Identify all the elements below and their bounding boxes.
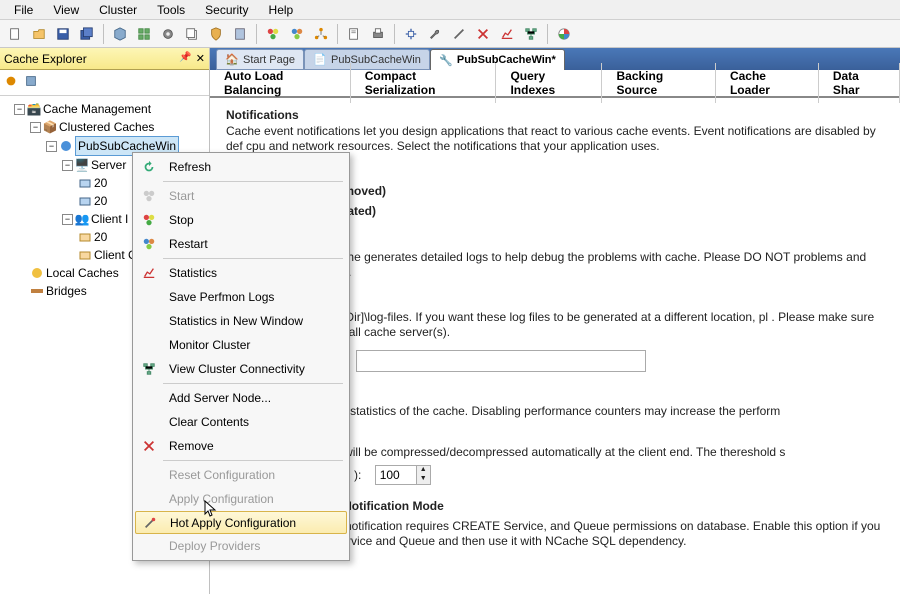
tool-doc-icon[interactable]: [343, 23, 365, 45]
menu-bar: File View Cluster Tools Security Help: [0, 0, 900, 20]
spinner-down-icon[interactable]: ▼: [417, 475, 430, 484]
tool-save-icon[interactable]: [52, 23, 74, 45]
tool-print-icon[interactable]: [367, 23, 389, 45]
stats-icon: [137, 262, 161, 284]
stop-icon: [137, 209, 161, 231]
spinner-up-icon[interactable]: ▲: [417, 466, 430, 475]
tool-new-icon[interactable]: [4, 23, 26, 45]
context-menu: Refresh Start Stop Restart Statistics Sa…: [132, 152, 350, 561]
menu-help[interactable]: Help: [259, 1, 304, 19]
ctx-refresh[interactable]: Refresh: [135, 155, 347, 179]
tool-remove-icon[interactable]: [472, 23, 494, 45]
hotapply-icon: [138, 512, 162, 534]
ctx-deploy-providers: Deploy Providers: [135, 534, 347, 558]
toolbar: [0, 20, 900, 48]
subtab-datashare[interactable]: Data Shar: [819, 63, 900, 103]
ctx-stats-new-window[interactable]: Statistics in New Window: [135, 309, 347, 333]
tool-server-icon[interactable]: [229, 23, 251, 45]
ctx-reset-config: Reset Configuration: [135, 463, 347, 487]
notifications-desc: Cache event notifications let you design…: [226, 124, 884, 154]
mouse-cursor-icon: [204, 500, 218, 518]
subtab-loader[interactable]: Cache Loader: [716, 63, 819, 103]
tool-open-icon[interactable]: [28, 23, 50, 45]
panel-title-text: Cache Explorer: [4, 52, 87, 66]
tree-clustered[interactable]: −📦Clustered Caches: [2, 118, 207, 136]
tool-cube-icon[interactable]: [109, 23, 131, 45]
tree-root[interactable]: −🗃️Cache Management: [2, 100, 207, 118]
notifications-heading: Notifications: [226, 108, 884, 122]
panel-title-bar: Cache Explorer 📌 ✕: [0, 48, 209, 70]
tool-wrench-icon[interactable]: [424, 23, 446, 45]
menu-view[interactable]: View: [43, 1, 89, 19]
subtab-compact[interactable]: Compact Serialization: [351, 63, 497, 103]
tool-chart-icon[interactable]: [496, 23, 518, 45]
menu-cluster[interactable]: Cluster: [89, 1, 147, 19]
tool-copy-icon[interactable]: [181, 23, 203, 45]
refresh-icon: [137, 156, 161, 178]
tool-security-icon[interactable]: [205, 23, 227, 45]
ctx-add-server-node[interactable]: Add Server Node...: [135, 386, 347, 410]
menu-file[interactable]: File: [4, 1, 43, 19]
menu-tools[interactable]: Tools: [147, 1, 195, 19]
log-path-input[interactable]: [356, 350, 646, 372]
ctx-clear-contents[interactable]: Clear Contents: [135, 410, 347, 434]
threshold-spinner[interactable]: ▲▼: [375, 465, 431, 485]
tool-bracket-icon[interactable]: [400, 23, 422, 45]
connectivity-icon: [137, 358, 161, 380]
tool-gear-icon[interactable]: [157, 23, 179, 45]
collapse-tree-icon[interactable]: [24, 74, 38, 91]
threshold-value[interactable]: [376, 466, 416, 484]
tool-nodes-icon[interactable]: [310, 23, 332, 45]
subtab-backing[interactable]: Backing Source: [602, 63, 715, 103]
tool-network-icon[interactable]: [520, 23, 542, 45]
panel-toolbar: [0, 70, 209, 96]
tool-saveall-icon[interactable]: [76, 23, 98, 45]
compression-unit-label: ):: [354, 468, 361, 482]
ctx-save-perfmon[interactable]: Save Perfmon Logs: [135, 285, 347, 309]
start-icon: [137, 185, 161, 207]
ctx-apply-config: Apply Configuration: [135, 487, 347, 511]
tool-tools-icon[interactable]: [448, 23, 470, 45]
ctx-hot-apply-config[interactable]: Hot Apply Configuration: [135, 511, 347, 534]
ctx-remove[interactable]: Remove: [135, 434, 347, 458]
tool-balls2-icon[interactable]: [286, 23, 308, 45]
subtab-query[interactable]: Query Indexes: [496, 63, 602, 103]
ctx-view-connectivity[interactable]: View Cluster Connectivity: [135, 357, 347, 381]
pin-icon[interactable]: 📌: [179, 52, 191, 65]
config-tabs: Auto Load Balancing Compact Serializatio…: [210, 70, 900, 98]
ctx-start: Start: [135, 184, 347, 208]
ctx-restart[interactable]: Restart: [135, 232, 347, 256]
ctx-monitor-cluster[interactable]: Monitor Cluster: [135, 333, 347, 357]
subtab-autoload[interactable]: Auto Load Balancing: [210, 63, 351, 103]
ctx-statistics[interactable]: Statistics: [135, 261, 347, 285]
tool-colorwheel-icon[interactable]: [553, 23, 575, 45]
tool-balls-icon[interactable]: [262, 23, 284, 45]
tool-grid-icon[interactable]: [133, 23, 155, 45]
menu-security[interactable]: Security: [195, 1, 258, 19]
ctx-stop[interactable]: Stop: [135, 208, 347, 232]
close-icon[interactable]: ✕: [196, 52, 205, 65]
refresh-tree-icon[interactable]: [4, 74, 18, 91]
remove-icon: [137, 435, 161, 457]
restart-icon: [137, 233, 161, 255]
